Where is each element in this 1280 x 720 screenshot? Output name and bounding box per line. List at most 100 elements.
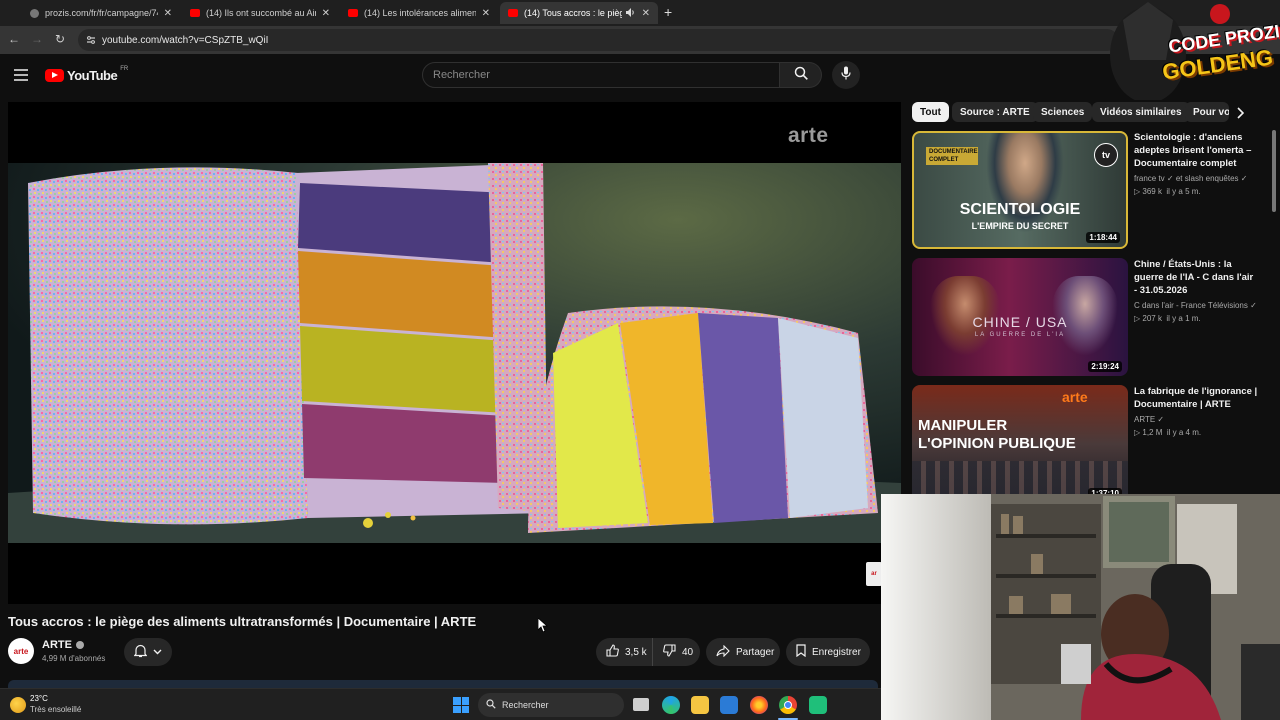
video-player[interactable]: arte ar xyxy=(8,102,901,604)
recommendation-item[interactable]: arte MANIPULER L'OPINION PUBLIQUE 1:37:1… xyxy=(912,385,1272,503)
browser-tab-intolerances[interactable]: (14) Les intolérances alimentai ✕ xyxy=(340,2,498,24)
voice-search-button[interactable] xyxy=(832,61,860,89)
menu-icon[interactable] xyxy=(14,68,28,86)
video-thumbnail[interactable]: arte MANIPULER L'OPINION PUBLIQUE 1:37:1… xyxy=(912,385,1128,503)
search-input[interactable]: Rechercher xyxy=(422,62,780,88)
edge-icon[interactable] xyxy=(662,696,680,714)
region-code: FR xyxy=(120,65,129,72)
youtube-icon xyxy=(190,9,200,17)
windows-start-icon[interactable] xyxy=(453,697,469,713)
speaker-icon[interactable] xyxy=(625,7,636,19)
video-duration: 1:18:44 xyxy=(1086,232,1120,243)
task-view-icon[interactable] xyxy=(633,698,649,711)
recommendation-title[interactable]: Chine / États-Unis : la guerre de l'IA -… xyxy=(1134,258,1258,297)
chip-all[interactable]: Tout xyxy=(912,102,949,122)
recommendation-stats: ▷ 1,2 M il y a 4 m. xyxy=(1134,428,1262,437)
video-duration: 2:19:24 xyxy=(1088,361,1122,372)
address-bar[interactable]: youtube.com/watch?v=CSpZTB_wQiI xyxy=(78,29,1118,51)
new-tab-button[interactable]: + xyxy=(664,4,672,20)
tab-title: prozis.com/fr/fr/campagne/74 xyxy=(45,8,158,18)
card-teaser-icon[interactable]: ar xyxy=(866,562,882,586)
browser-tab-active[interactable]: (14) Tous accros : le piège d ✕ xyxy=(500,2,658,24)
upload-age: il y a 1 m. xyxy=(1166,314,1201,323)
chip-similar-videos[interactable]: Vidéos similaires xyxy=(1092,102,1190,122)
view-count: 1,2 M xyxy=(1142,428,1163,437)
cake-scene xyxy=(8,163,901,543)
save-button[interactable]: Enregistrer xyxy=(786,638,870,666)
site-info-icon[interactable] xyxy=(86,35,96,48)
webcam-scene xyxy=(881,494,1280,720)
browser-tab-air-fryer[interactable]: (14) Ils ont succombé au Air fry ✕ xyxy=(182,2,338,24)
like-button[interactable]: 3,5 k xyxy=(596,638,652,666)
taskbar-search-label: Rechercher xyxy=(502,700,549,710)
video-thumbnail[interactable]: CHINE / USA LA GUERRE DE L'IA 2:19:24 xyxy=(912,258,1128,376)
forward-arrow-icon[interactable]: → xyxy=(31,32,43,46)
recommendation-stats: ▷ 369 k il y a 5 m. xyxy=(1134,187,1262,196)
youtube-logo[interactable]: YouTube FR xyxy=(45,65,129,83)
chevron-down-icon xyxy=(153,647,162,658)
weather-temperature[interactable]: 23°C xyxy=(30,694,48,703)
channel-name-row[interactable]: ARTE xyxy=(42,639,84,651)
dislike-button[interactable]: 40 xyxy=(652,638,700,666)
recommendation-item[interactable]: DOCUMENTAIRE COMPLET tv SCIENTOLOGIE L'E… xyxy=(912,131,1272,249)
recommendation-stats: ▷ 207 k il y a 1 m. xyxy=(1134,314,1262,323)
back-arrow-icon[interactable]: ← xyxy=(8,32,20,46)
subscriber-count: 4,99 M d'abonnés xyxy=(42,654,106,663)
search-button[interactable] xyxy=(780,62,822,88)
search-icon xyxy=(794,66,808,85)
view-count: 207 k xyxy=(1142,314,1162,323)
recommendation-title[interactable]: Scientologie : d'anciens adeptes brisent… xyxy=(1134,131,1258,170)
reload-icon[interactable]: ↻ xyxy=(55,32,65,46)
recommendation-title[interactable]: La fabrique de l'ignorance | Documentair… xyxy=(1134,385,1258,411)
thumb-headline: CHINE / USA xyxy=(972,314,1068,330)
thumb-tag: DOCUMENTAIRE COMPLET xyxy=(926,147,978,165)
share-button[interactable]: Partager xyxy=(706,638,780,666)
chip-source-arte[interactable]: Source : ARTE xyxy=(952,102,1038,122)
recommendation-channel[interactable]: ARTE ✓ xyxy=(1134,415,1262,424)
thumbs-down-icon xyxy=(663,644,676,660)
video-title: Tous accros : le piège des aliments ultr… xyxy=(8,614,477,629)
youtube-icon xyxy=(348,9,358,17)
file-explorer-icon[interactable] xyxy=(691,696,709,714)
thumb-subline: L'EMPIRE DU SECRET xyxy=(971,221,1069,231)
recommendation-channel[interactable]: france tv ✓ et slash enquêtes ✓ xyxy=(1134,174,1262,183)
share-icon xyxy=(716,644,730,660)
chevron-right-icon[interactable] xyxy=(1236,106,1245,124)
channel-avatar[interactable]: arte xyxy=(8,638,34,664)
dislike-count: 40 xyxy=(682,646,694,658)
thumb-subline: LA GUERRE DE L'IA xyxy=(974,332,1066,338)
notification-bell-button[interactable] xyxy=(124,638,172,666)
weather-condition[interactable]: Très ensoleillé xyxy=(30,705,81,714)
chip-for-you[interactable]: Pour vo xyxy=(1185,102,1229,122)
share-label: Partager xyxy=(736,646,775,658)
app-icon[interactable] xyxy=(809,696,827,714)
youtube-header: YouTube FR Rechercher xyxy=(0,54,1280,100)
chip-sciences[interactable]: Sciences xyxy=(1033,102,1093,122)
firefox-icon[interactable] xyxy=(750,696,768,714)
chrome-icon[interactable] xyxy=(779,696,797,714)
video-thumbnail[interactable]: DOCUMENTAIRE COMPLET tv SCIENTOLOGIE L'E… xyxy=(912,131,1128,249)
close-tab-icon[interactable]: ✕ xyxy=(642,8,650,19)
sun-icon[interactable] xyxy=(10,697,26,713)
webcam-overlay xyxy=(881,494,1280,720)
close-tab-icon[interactable]: ✕ xyxy=(482,8,490,19)
store-icon[interactable] xyxy=(720,696,738,714)
upload-age: il y a 4 m. xyxy=(1166,428,1202,437)
youtube-play-icon xyxy=(45,69,64,82)
browser-tab-strip: prozis.com/fr/fr/campagne/74 ✕ (14) Ils … xyxy=(0,0,1280,26)
close-tab-icon[interactable]: ✕ xyxy=(322,8,330,19)
france-tv-logo: tv xyxy=(1094,143,1118,167)
description-panel-edge xyxy=(8,680,878,688)
tab-title: (14) Tous accros : le piège d xyxy=(524,8,622,18)
taskbar-search[interactable]: Rechercher xyxy=(478,693,624,717)
recommendation-item[interactable]: CHINE / USA LA GUERRE DE L'IA 2:19:24 Ch… xyxy=(912,258,1272,376)
thumb-headline: MANIPULER xyxy=(918,417,1008,434)
view-count: 369 k xyxy=(1142,187,1162,196)
browser-tab-prozis[interactable]: prozis.com/fr/fr/campagne/74 ✕ xyxy=(22,2,180,24)
close-tab-icon[interactable]: ✕ xyxy=(164,8,172,19)
tab-title: (14) Les intolérances alimentai xyxy=(364,8,476,18)
sidebar-scrollbar[interactable] xyxy=(1272,130,1276,212)
verified-icon xyxy=(75,641,84,649)
thumb-headline: SCIENTOLOGIE xyxy=(959,201,1081,218)
recommendation-channel[interactable]: C dans l'air - France Télévisions ✓ xyxy=(1134,301,1262,310)
